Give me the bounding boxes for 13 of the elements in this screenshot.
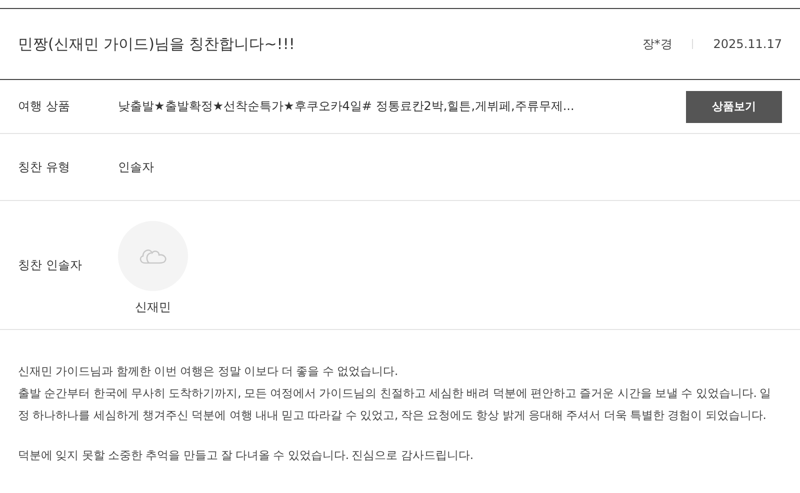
product-name: 낮출발★출발확정★선착순특가★후쿠오카4일# 정통료칸2박,힐튼,게뷔페,주류무제...	[118, 98, 576, 115]
praise-type: 인솔자	[118, 158, 155, 176]
author-name: 장*경	[642, 36, 672, 52]
field-label: 칭찬 유형	[18, 158, 71, 176]
review-paragraph: 출발 순간부터 한국에 무사히 도착하기까지, 모든 여정에서 가이드님의 친절하고 세심한 배려 덕분에 편안하고 즐거운 시간을 보낼 수 있었습니다. 일정 하나하나를 세심하게 챙겨주신 덕분에 여행 내내 믿고 따라갈 수 있었고, 작은 요청에도 항상 밝게 응대해 주셔서 더욱 특별한 경험이 되었습니다.	[18, 385, 772, 424]
review-paragraph: 신재민 가이드님과 함께한 이번 여행은 정말 이보다 더 좋을 수 없었습니다.	[18, 363, 399, 380]
field-label: 칭찬 인솔자	[18, 256, 83, 274]
view-product-button[interactable]: 상품보기	[686, 90, 782, 122]
field-label: 여행 상품	[18, 98, 71, 115]
post-date: 2025.11.17	[713, 37, 782, 51]
post-title: 민짱(신재민 가이드)님을 칭찬합니다~!!!	[18, 34, 296, 54]
review-paragraph: 덕분에 잊지 못할 소중한 추억을 만들고 잘 다녀올 수 있었습니다. 진심으로 감사드립니다.	[18, 447, 474, 464]
guide-name: 신재민	[135, 298, 171, 316]
